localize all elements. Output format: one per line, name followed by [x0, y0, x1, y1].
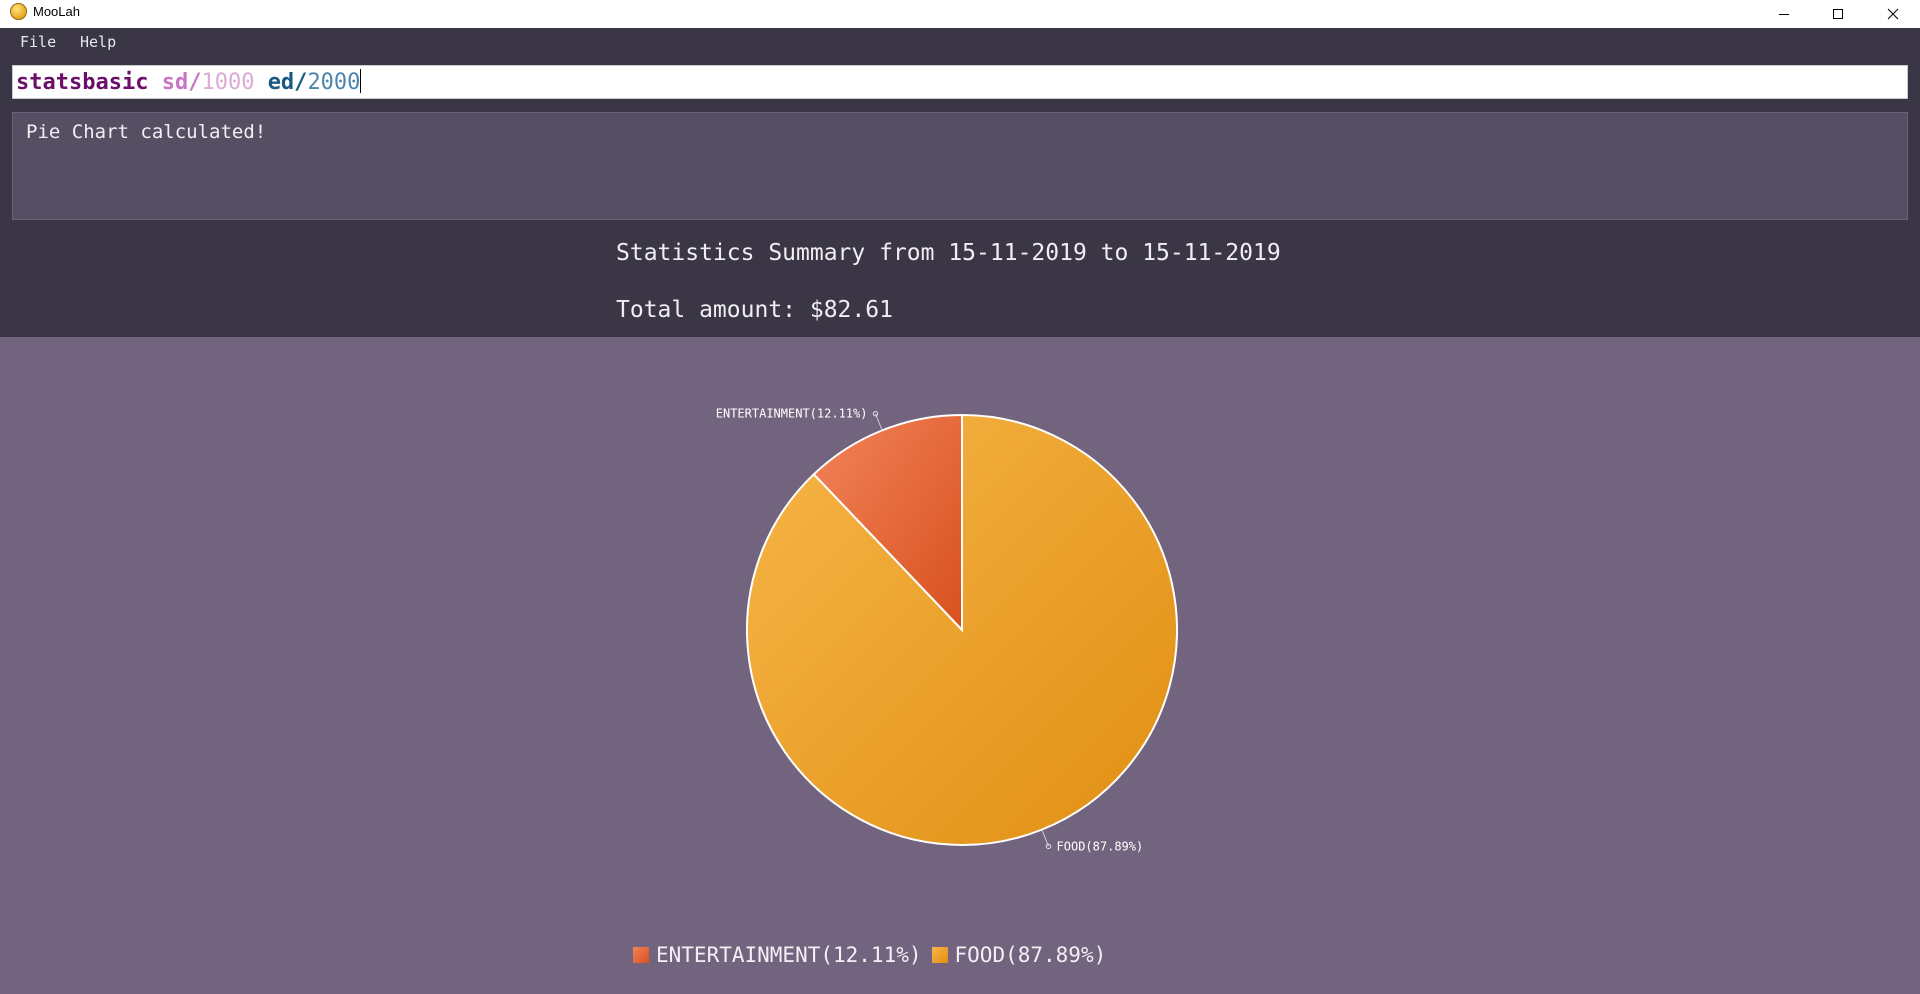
- close-button[interactable]: [1866, 0, 1920, 28]
- command-keyword: statsbasic: [16, 70, 149, 95]
- chart-legend: ENTERTAINMENT(12.11%) FOOD(87.89%): [633, 941, 1116, 969]
- legend-swatch: [931, 947, 948, 963]
- window-title: MooLah: [33, 4, 80, 19]
- text-caret: [360, 69, 362, 93]
- label-anchor-dot: [1045, 843, 1052, 850]
- end-date-prefix: ed/: [267, 70, 308, 95]
- chart-panel: ENTERTAINMENT(12.11%) FOOD(87.89%) ENTERT…: [0, 337, 1920, 994]
- close-icon: [1887, 8, 1899, 20]
- stats-title: Statistics Summary from 15-11-2019 to 15…: [616, 240, 1281, 266]
- label-leader-line: [875, 413, 883, 431]
- end-date-value: 2000: [307, 70, 361, 95]
- minimize-button[interactable]: [1757, 0, 1811, 28]
- slice-label-entertainment: ENTERTAINMENT(12.11%): [716, 407, 868, 421]
- slice-label-food: FOOD(87.89%): [1057, 839, 1144, 853]
- legend-item-entertainment: ENTERTAINMENT(12.11%): [633, 943, 922, 967]
- legend-item-food: FOOD(87.89%): [931, 943, 1107, 967]
- command-input[interactable]: statsbasic sd/1000 ed/2000: [12, 65, 1908, 99]
- maximize-icon: [1833, 9, 1843, 19]
- start-date-value: 1000: [201, 70, 255, 95]
- legend-label: FOOD(87.89%): [954, 943, 1107, 967]
- pie-chart: ENTERTAINMENT(12.11%) FOOD(87.89%): [716, 407, 1178, 853]
- command-text: statsbasic sd/1000 ed/2000: [16, 69, 362, 96]
- menu-bar: File Help: [0, 28, 1920, 56]
- menu-file[interactable]: File: [20, 33, 56, 51]
- stats-summary: Statistics Summary from 15-11-2019 to 15…: [0, 230, 1920, 337]
- minimize-icon: [1779, 14, 1789, 15]
- result-display[interactable]: Pie Chart calculated!: [12, 112, 1908, 220]
- maximize-button[interactable]: [1811, 0, 1865, 28]
- start-date-prefix: sd/: [161, 70, 202, 95]
- moolah-coin-icon: [10, 3, 27, 20]
- pie-slice-food: [746, 413, 1178, 846]
- result-message: Pie Chart calculated!: [26, 121, 267, 143]
- legend-label: ENTERTAINMENT(12.11%): [656, 943, 922, 967]
- legend-swatch: [633, 947, 649, 963]
- stats-total-amount: Total amount: $82.61: [616, 297, 893, 323]
- menu-help[interactable]: Help: [80, 33, 116, 51]
- title-bar: MooLah: [0, 0, 1920, 28]
